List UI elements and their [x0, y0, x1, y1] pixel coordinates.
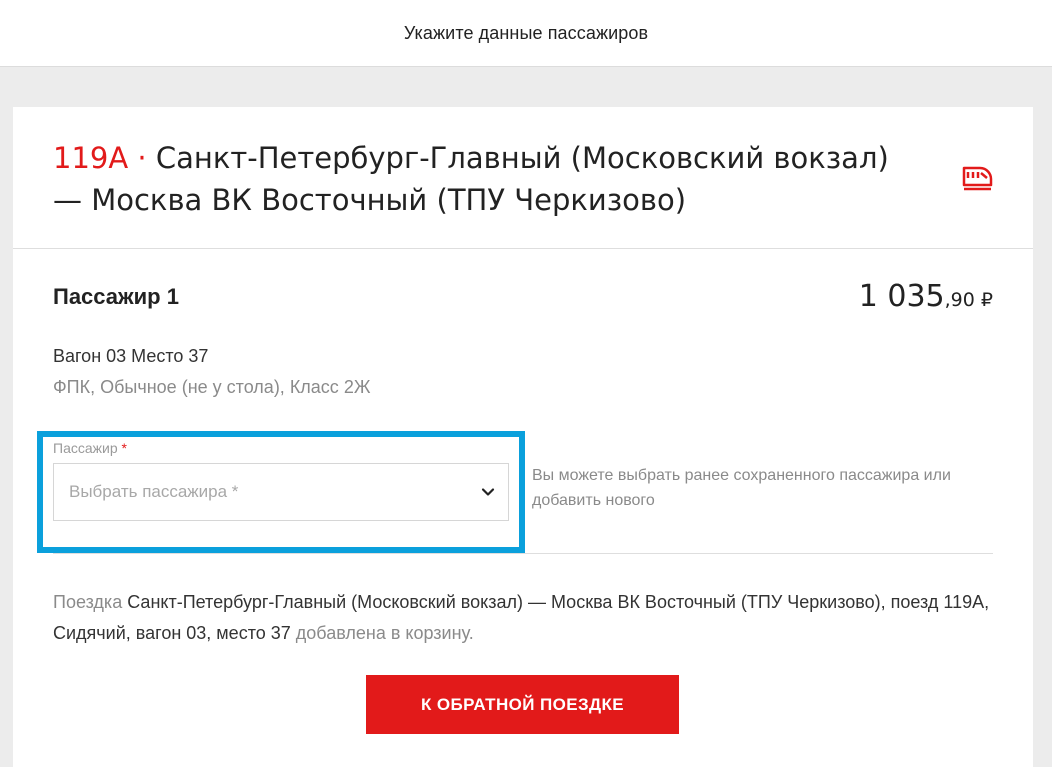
- price-cents: ,90 ₽: [944, 289, 993, 311]
- divider: [53, 553, 993, 554]
- trip-info: Поездка Санкт-Петербург-Главный (Московс…: [53, 587, 1003, 649]
- page-title: Укажите данные пассажиров: [403, 22, 649, 43]
- select-hint: Вы можете выбрать ранее сохраненного пас…: [532, 467, 951, 509]
- passenger-select[interactable]: Выбрать пассажира *: [53, 463, 509, 521]
- return-trip-button[interactable]: К ОБРАТНОЙ ПОЕЗДКЕ: [366, 675, 679, 734]
- trip-prefix: Поездка: [53, 592, 123, 612]
- ticket-price: 1 035,90 ₽: [859, 279, 993, 314]
- route-title: 119А · Санкт-Петербург-Главный (Московск…: [53, 137, 903, 221]
- price-main: 1 035: [858, 279, 945, 314]
- select-placeholder: Выбрать пассажира *: [69, 482, 239, 501]
- divider: [13, 248, 1033, 249]
- trip-details: Санкт-Петербург-Главный (Московский вокз…: [53, 592, 990, 643]
- train-number: 119А: [53, 141, 129, 175]
- route-name: Санкт-Петербург-Главный (Московский вокз…: [53, 141, 889, 217]
- wagon-seat: Вагон 03 Место 37: [53, 346, 209, 366]
- passenger-label: Пассажир 1: [53, 284, 179, 309]
- title-separator: ·: [128, 141, 156, 175]
- page-header: Укажите данные пассажиров: [0, 0, 1052, 67]
- passenger-field-label: Пассажир *: [53, 440, 127, 456]
- trip-suffix: добавлена в корзину.: [295, 623, 474, 643]
- booking-card: 119А · Санкт-Петербург-Главный (Московск…: [13, 107, 1033, 767]
- required-mark: *: [121, 440, 127, 456]
- chevron-down-icon: [481, 488, 495, 496]
- class-info: ФПК, Обычное (не у стола), Класс 2Ж: [53, 377, 371, 397]
- train-icon: [962, 166, 993, 191]
